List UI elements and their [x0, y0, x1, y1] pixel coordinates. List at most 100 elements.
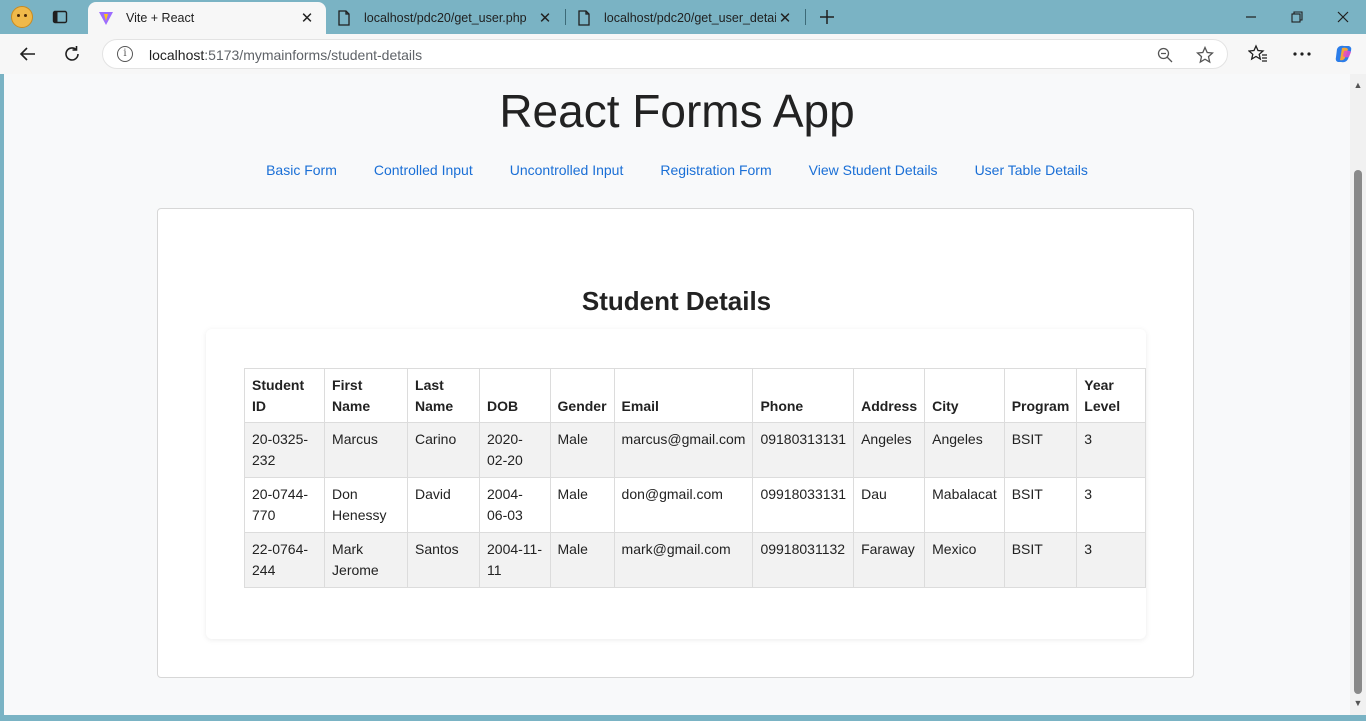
- col-header: Year Level: [1076, 368, 1146, 423]
- student-table: Student ID First Name Last Name DOB Gend…: [243, 368, 1146, 588]
- app-title: React Forms App: [499, 85, 855, 137]
- cell-email: mark@gmail.com: [613, 532, 754, 588]
- cell-city: Angeles: [924, 422, 1005, 478]
- tab-strip: Vite + React ✕ localhost/pdc20/get_user.…: [0, 0, 1366, 34]
- cell-dob: 2004-11-11: [479, 532, 551, 588]
- window-bottom-edge: [0, 715, 1366, 721]
- cell-phone: 09918033131: [752, 477, 855, 533]
- url-text[interactable]: localhost:5173/mymainforms/student-detai…: [149, 47, 422, 63]
- zoom-icon[interactable]: [1155, 45, 1175, 65]
- col-header: First Name: [324, 368, 409, 423]
- col-header: City: [924, 368, 1005, 423]
- table-row: 20-0325-232 Marcus Carino 2020-02-20 Mal…: [243, 422, 1146, 478]
- nav-user-table-details[interactable]: User Table Details: [956, 162, 1106, 178]
- profile-face-icon: [11, 6, 33, 28]
- content-card: Student Details Student ID First Name La…: [157, 208, 1194, 678]
- close-window-button[interactable]: [1320, 0, 1366, 34]
- tab-separator: [805, 9, 806, 25]
- tab-actions-button[interactable]: [46, 5, 74, 29]
- cell-address: Angeles: [853, 422, 926, 478]
- tab-get-user-details[interactable]: localhost/pdc20/get_user_details. ✕: [566, 2, 804, 34]
- cell-first-name: Mark Jerome: [324, 532, 409, 588]
- scrollbar-thumb[interactable]: [1354, 170, 1362, 694]
- address-bar[interactable]: i localhost:5173/mymainforms/student-det…: [102, 39, 1228, 69]
- cell-program: BSIT: [1003, 532, 1078, 588]
- cell-student-id: 20-0325-232: [243, 422, 326, 478]
- page-viewport: React Forms App Basic Form Controlled In…: [4, 74, 1350, 715]
- reload-button[interactable]: [58, 40, 86, 68]
- page-scrollbar[interactable]: ▲ ▼: [1350, 74, 1366, 715]
- favorite-star-icon[interactable]: [1195, 45, 1215, 65]
- minimize-icon: [1246, 16, 1256, 18]
- cell-phone: 09918031132: [752, 532, 855, 588]
- scroll-down-icon[interactable]: ▼: [1353, 698, 1363, 708]
- cell-student-id: 20-0744-770: [243, 477, 326, 533]
- cell-last-name: Santos: [407, 532, 480, 588]
- site-info-icon[interactable]: i: [117, 46, 133, 62]
- reload-icon: [65, 46, 79, 61]
- col-header: Last Name: [407, 368, 480, 423]
- url-path: :5173/mymainforms/student-details: [204, 47, 423, 63]
- tab-title: Vite + React: [126, 11, 195, 25]
- cell-last-name: Carino: [407, 422, 480, 478]
- plus-icon: [820, 10, 834, 24]
- cell-address: Dau: [853, 477, 926, 533]
- col-header: Phone: [752, 368, 855, 423]
- cell-dob: 2004-06-03: [479, 477, 551, 533]
- cell-program: BSIT: [1003, 422, 1078, 478]
- minimize-button[interactable]: [1228, 0, 1274, 34]
- tab-get-user[interactable]: localhost/pdc20/get_user.php ✕: [326, 2, 564, 34]
- profile-avatar[interactable]: [8, 4, 36, 30]
- copilot-icon[interactable]: [1332, 42, 1356, 66]
- back-arrow-icon: [19, 47, 35, 61]
- cell-gender: Male: [549, 532, 615, 588]
- cell-city: Mexico: [924, 532, 1005, 588]
- restore-icon: [1291, 11, 1303, 23]
- close-icon[interactable]: ✕: [298, 9, 316, 27]
- table-header-row: Student ID First Name Last Name DOB Gend…: [243, 368, 1146, 423]
- cell-email: marcus@gmail.com: [613, 422, 754, 478]
- nav-controlled-input[interactable]: Controlled Input: [355, 162, 491, 178]
- table-row: 22-0764-244 Mark Jerome Santos 2004-11-1…: [243, 532, 1146, 588]
- cell-dob: 2020-02-20: [479, 422, 551, 478]
- cell-phone: 09180313131: [752, 422, 855, 478]
- close-icon[interactable]: ✕: [536, 9, 554, 27]
- cell-year-level: 3: [1076, 422, 1146, 478]
- cell-city: Mabalacat: [924, 477, 1005, 533]
- more-options-icon[interactable]: [1290, 42, 1314, 66]
- tab-actions-icon: [52, 10, 68, 24]
- cell-gender: Male: [549, 422, 615, 478]
- col-header: Student ID: [243, 368, 326, 423]
- url-host: localhost: [149, 47, 205, 63]
- cell-address: Faraway: [853, 532, 926, 588]
- vite-icon: [98, 10, 114, 26]
- nav-registration-form[interactable]: Registration Form: [642, 162, 790, 178]
- col-header: Address: [853, 368, 926, 423]
- cell-student-id: 22-0764-244: [243, 532, 326, 588]
- section-title: Student Details: [581, 286, 772, 316]
- cell-year-level: 3: [1076, 477, 1146, 533]
- browser-toolbar: i localhost:5173/mymainforms/student-det…: [0, 34, 1366, 74]
- page-icon: [576, 10, 592, 26]
- favorites-icon[interactable]: [1246, 42, 1270, 66]
- nav-view-student-details[interactable]: View Student Details: [790, 162, 956, 178]
- close-window-icon: [1337, 11, 1349, 23]
- scroll-up-icon[interactable]: ▲: [1353, 80, 1363, 90]
- col-header: Gender: [549, 368, 615, 423]
- cell-gender: Male: [549, 477, 615, 533]
- table-container: Student ID First Name Last Name DOB Gend…: [206, 329, 1146, 639]
- nav-basic-form[interactable]: Basic Form: [248, 162, 356, 178]
- restore-button[interactable]: [1274, 0, 1320, 34]
- main-nav: Basic Form Controlled Input Uncontrolled…: [4, 162, 1350, 178]
- back-button[interactable]: [14, 40, 42, 68]
- tab-title: localhost/pdc20/get_user.php: [364, 11, 527, 25]
- close-icon[interactable]: ✕: [776, 9, 794, 27]
- col-header: DOB: [479, 368, 551, 423]
- new-tab-button[interactable]: [815, 5, 839, 29]
- cell-program: BSIT: [1003, 477, 1078, 533]
- cell-last-name: David: [407, 477, 480, 533]
- page-icon: [336, 10, 352, 26]
- tab-vite-react[interactable]: Vite + React ✕: [88, 2, 326, 34]
- cell-email: don@gmail.com: [613, 477, 754, 533]
- nav-uncontrolled-input[interactable]: Uncontrolled Input: [491, 162, 642, 178]
